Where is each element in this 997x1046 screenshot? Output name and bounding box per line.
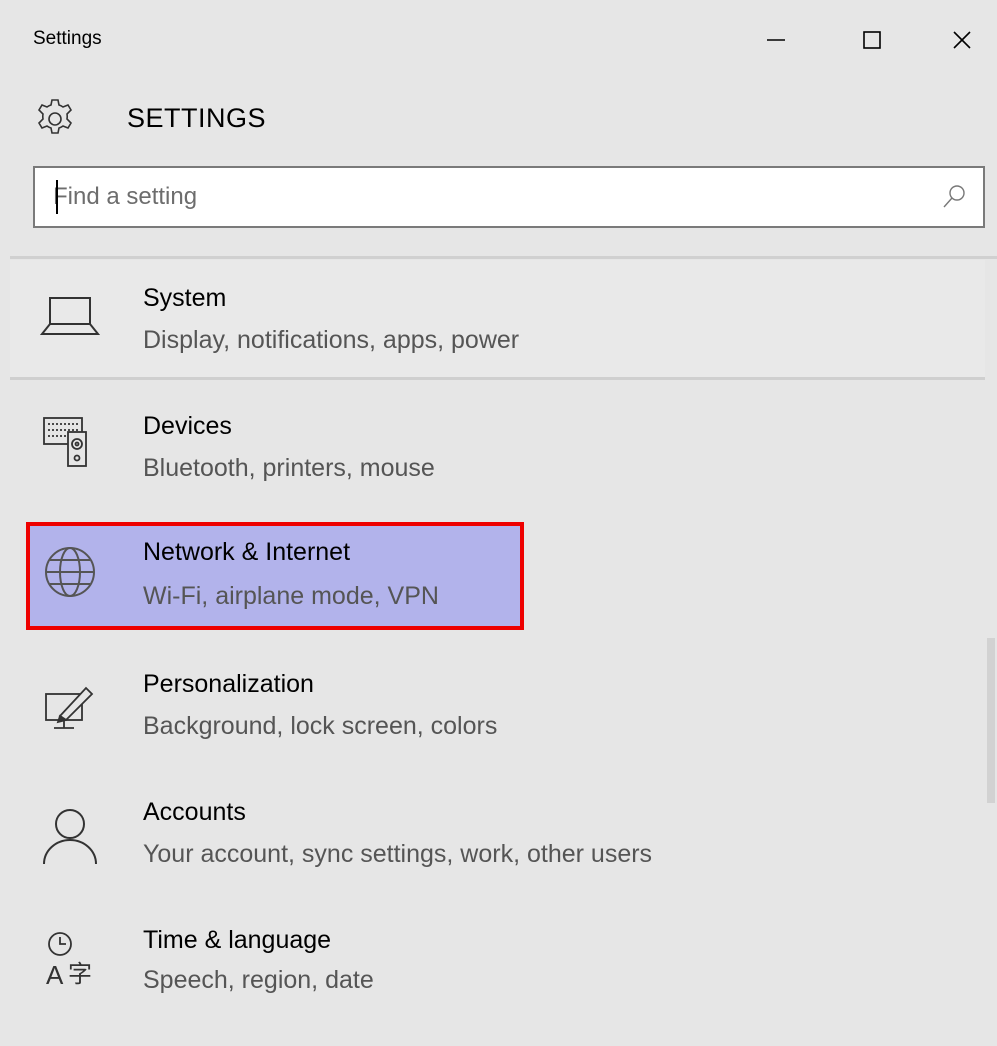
- category-subtitle: Wi-Fi, airplane mode, VPN: [143, 582, 439, 610]
- globe-icon: [45, 547, 95, 597]
- category-title: Devices: [143, 412, 232, 440]
- category-title: System: [143, 284, 227, 312]
- category-title: Personalization: [143, 670, 314, 698]
- scrollbar-thumb[interactable]: [987, 638, 995, 803]
- person-icon: [43, 809, 97, 865]
- category-item-time-language[interactable]: A 字 Time & language Speech, region, date: [10, 920, 985, 1040]
- category-subtitle: Bluetooth, printers, mouse: [143, 454, 435, 482]
- time-language-icon: A 字: [46, 932, 92, 990]
- laptop-icon: [39, 297, 101, 335]
- category-subtitle: Speech, region, date: [143, 966, 374, 994]
- category-subtitle: Display, notifications, apps, power: [143, 326, 520, 354]
- minimize-icon: [767, 39, 785, 41]
- search-box[interactable]: [33, 166, 985, 228]
- gear-icon: [37, 99, 73, 134]
- category-item-devices[interactable]: Devices Bluetooth, printers, mouse: [10, 392, 985, 512]
- category-subtitle: Background, lock screen, colors: [143, 712, 498, 740]
- minimize-button[interactable]: [754, 18, 798, 62]
- close-icon: [953, 31, 971, 49]
- header-divider: [10, 256, 997, 259]
- close-button[interactable]: [940, 18, 984, 62]
- category-subtitle: Your account, sync settings, work, other…: [143, 840, 653, 868]
- category-title: Network & Internet: [143, 538, 351, 566]
- search-icon[interactable]: [939, 182, 969, 212]
- devices-icon: [43, 417, 87, 467]
- category-item-system[interactable]: System Display, notifications, apps, pow…: [10, 260, 985, 380]
- search-input[interactable]: [53, 168, 933, 226]
- category-item-personalization[interactable]: Personalization Background, lock screen,…: [10, 656, 985, 776]
- svg-text:A: A: [46, 960, 64, 990]
- page-title: SETTINGS: [127, 103, 267, 133]
- title-bar: Settings: [0, 0, 997, 80]
- personalization-icon: [45, 686, 94, 729]
- category-item-accounts[interactable]: Accounts Your account, sync settings, wo…: [10, 788, 985, 908]
- text-caret: [56, 180, 58, 214]
- settings-header: SETTINGS: [0, 86, 997, 152]
- svg-text:字: 字: [68, 960, 92, 988]
- window-title: Settings: [33, 28, 102, 49]
- maximize-icon: [863, 31, 881, 49]
- category-title: Accounts: [143, 798, 246, 826]
- category-title: Time & language: [143, 926, 332, 954]
- scrollbar[interactable]: [985, 260, 997, 1046]
- category-item-network[interactable]: Network & Internet Wi-Fi, airplane mode,…: [10, 524, 985, 644]
- maximize-button[interactable]: [850, 18, 894, 62]
- settings-window: Settings SETTINGS Find a setting System …: [0, 0, 997, 1046]
